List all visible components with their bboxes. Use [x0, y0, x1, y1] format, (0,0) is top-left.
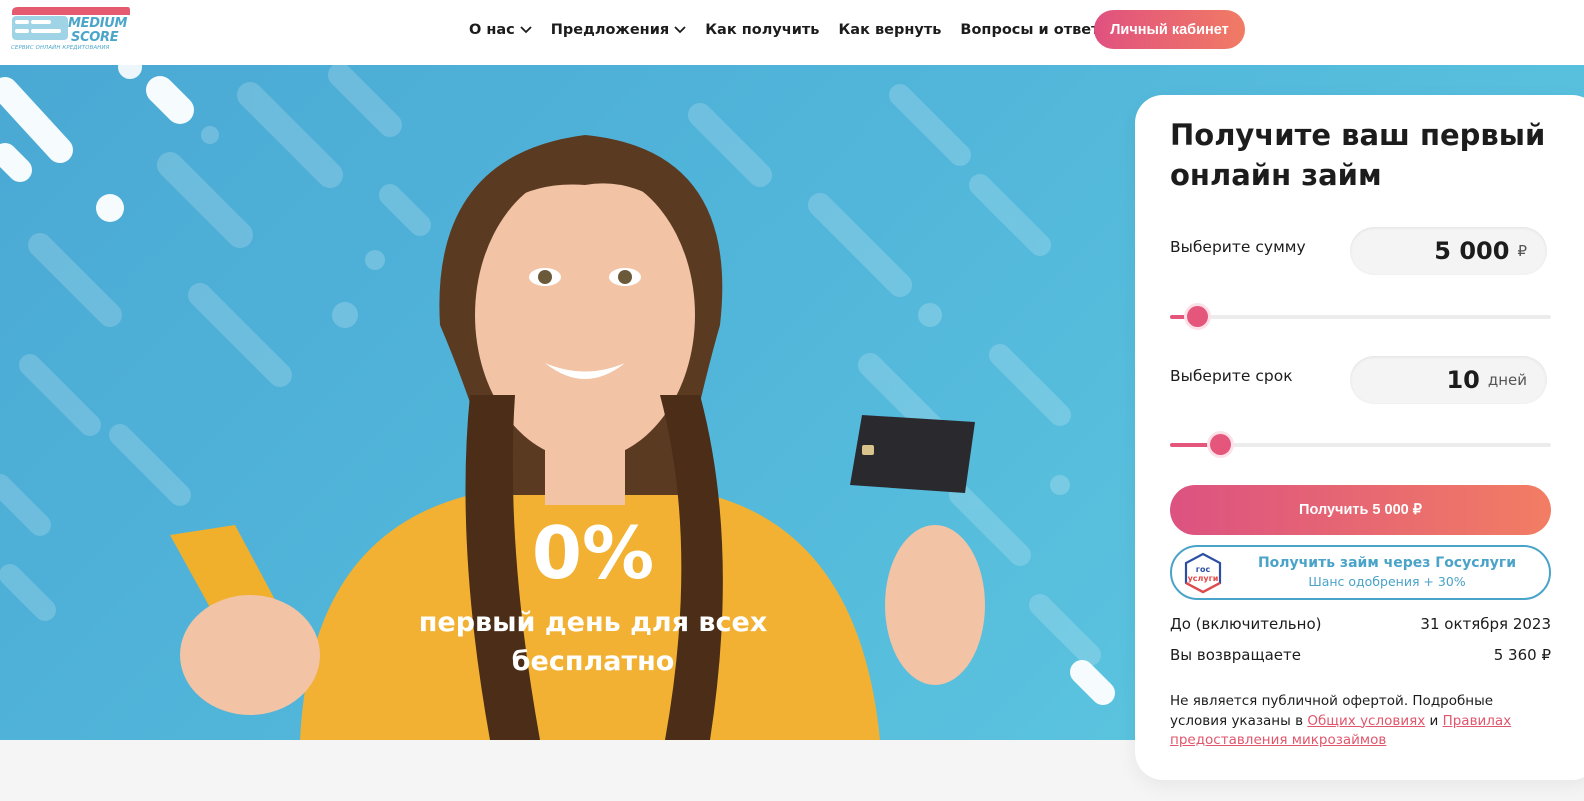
site-header: MEDIUM SCORE СЕРВИС ОНЛАЙН КРЕДИТОВАНИЯ … — [0, 0, 1584, 65]
amount-value: 5 000 — [1434, 237, 1510, 265]
offer-disclaimer: Не является публичной офертой. Подробные… — [1170, 693, 1512, 748]
nav-item-label: Вопросы и ответы — [960, 22, 1113, 38]
term-slider[interactable] — [1170, 434, 1551, 455]
term-label: Выберите срок — [1170, 367, 1293, 385]
amount-label: Выберите сумму — [1170, 238, 1306, 256]
personal-account-button[interactable]: Личный кабинет — [1094, 10, 1245, 49]
term-slider-handle[interactable] — [1209, 434, 1231, 455]
logo-title: MEDIUM SCORE — [68, 16, 128, 45]
amount-field[interactable]: 5 000 ₽ — [1350, 227, 1547, 275]
promo-percent: 0% — [531, 511, 655, 595]
logo-subtitle: СЕРВИС ОНЛАЙН КРЕДИТОВАНИЯ — [11, 45, 110, 51]
nav-item-offers[interactable]: Предложения — [551, 22, 686, 38]
chevron-down-icon — [674, 26, 686, 34]
due-date-value: 31 октября 2023 — [1420, 615, 1551, 633]
repay-label: Вы возвращаете — [1170, 646, 1301, 664]
term-unit: дней — [1487, 371, 1527, 389]
nav-item-faq[interactable]: Вопросы и ответы — [960, 22, 1112, 38]
general-terms-link[interactable]: Общих условиях — [1307, 713, 1425, 729]
nav-item-label: Предложения — [550, 22, 670, 38]
gosuslugi-button-label: Получить займ через Госуслуги — [1257, 555, 1517, 571]
nav-item-label: О нас — [469, 22, 515, 38]
term-field[interactable]: 10 дней — [1350, 356, 1547, 404]
gosuslugi-logo-bottom: услуги — [1187, 574, 1219, 583]
due-date-label: До (включительно) — [1170, 615, 1322, 633]
nav-item-how-to-get[interactable]: Как получить — [705, 22, 819, 38]
calculator-title: Получите ваш первый онлайн займ — [1170, 118, 1546, 192]
promo-text: первый день для всех бесплатно — [418, 607, 768, 677]
logo[interactable]: MEDIUM SCORE СЕРВИС ОНЛАЙН КРЕДИТОВАНИЯ — [10, 6, 132, 56]
get-loan-button[interactable]: Получить 5 000 ₽ — [1170, 485, 1551, 535]
nav-item-label: Как получить — [705, 22, 820, 38]
gosuslugi-approval-note: Шанс одобрения + 30% — [1308, 574, 1466, 589]
repay-amount-row: Вы возвращаете 5 360 ₽ — [1170, 646, 1551, 664]
term-value: 10 — [1446, 366, 1480, 394]
gosuslugi-logo-icon: гос услуги — [1182, 552, 1224, 594]
nav-item-how-to-repay[interactable]: Как вернуть — [838, 22, 941, 38]
main-nav: О нас Предложения Как получить Как верну… — [469, 0, 1132, 60]
due-date-row: До (включительно) 31 октября 2023 — [1170, 615, 1551, 633]
chevron-down-icon — [520, 26, 532, 34]
gosuslugi-logo-top: гос — [1195, 565, 1211, 574]
amount-unit: ₽ — [1517, 242, 1527, 260]
amount-slider[interactable] — [1170, 306, 1551, 327]
loan-calculator-card: Получите ваш первый онлайн займ Выберите… — [1135, 95, 1584, 780]
nav-item-about[interactable]: О нас — [469, 22, 532, 38]
repay-value: 5 360 ₽ — [1493, 646, 1551, 664]
amount-slider-handle[interactable] — [1186, 306, 1208, 327]
gosuslugi-button[interactable]: гос услуги Получить займ через Госуслуги… — [1170, 545, 1551, 600]
nav-item-label: Как вернуть — [838, 22, 942, 38]
